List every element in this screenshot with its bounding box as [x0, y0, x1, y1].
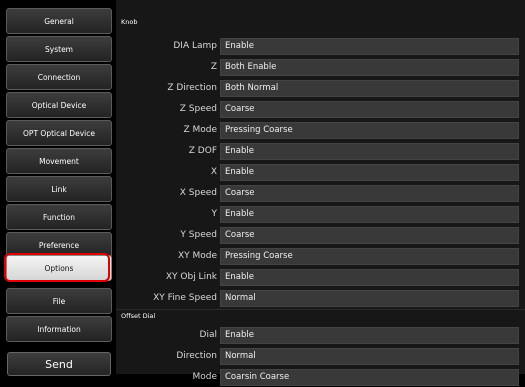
- nav-function[interactable]: Function: [6, 204, 112, 230]
- section-title-knob: Knob: [121, 18, 138, 26]
- section-title-offset-dial: Offset Dial: [121, 312, 156, 320]
- xy-mode-value[interactable]: Pressing Coarse: [220, 248, 519, 265]
- nav-opt-optical-device[interactable]: OPT Optical Device: [6, 120, 112, 146]
- row-x: X Enable: [116, 163, 525, 182]
- z-speed-value[interactable]: Coarse: [220, 101, 519, 118]
- row-z-mode: Z Mode Pressing Coarse: [116, 121, 525, 140]
- x-speed-value[interactable]: Coarse: [220, 185, 519, 202]
- row-z-direction: Z Direction Both Normal: [116, 79, 525, 98]
- z-dof-value[interactable]: Enable: [220, 143, 519, 160]
- row-z-dof: Z DOF Enable: [116, 142, 525, 161]
- dial-value[interactable]: Enable: [220, 327, 519, 344]
- xy-obj-link-value[interactable]: Enable: [220, 269, 519, 286]
- mode-value[interactable]: Coarsin Coarse: [220, 369, 519, 386]
- row-y-speed: Y Speed Coarse: [116, 226, 525, 245]
- z-mode-value[interactable]: Pressing Coarse: [220, 122, 519, 139]
- nav-connection[interactable]: Connection: [6, 64, 112, 90]
- row-label: Z Mode: [183, 125, 217, 135]
- row-z-speed: Z Speed Coarse: [116, 100, 525, 119]
- row-mode: Mode Coarsin Coarse: [116, 368, 525, 387]
- nav-system[interactable]: System: [6, 36, 112, 62]
- z-direction-value[interactable]: Both Normal: [220, 80, 519, 97]
- y-value[interactable]: Enable: [220, 206, 519, 223]
- nav-general[interactable]: General: [6, 8, 112, 34]
- nav-options[interactable]: Options: [6, 255, 112, 281]
- sidebar-nav: General System Connection Optical Device…: [0, 0, 120, 376]
- row-xy-fine-speed: XY Fine Speed Normal: [116, 289, 525, 308]
- row-label: DIA Lamp: [173, 41, 217, 51]
- nav-file[interactable]: File: [6, 288, 112, 314]
- x-value[interactable]: Enable: [220, 164, 519, 181]
- row-xy-obj-link: XY Obj Link Enable: [116, 268, 525, 287]
- row-label: Dial: [199, 330, 217, 340]
- row-label: Z DOF: [188, 146, 217, 156]
- dia-lamp-value[interactable]: Enable: [220, 38, 519, 55]
- row-dia-lamp: DIA Lamp Enable: [116, 37, 525, 56]
- row-x-speed: X Speed Coarse: [116, 184, 525, 203]
- row-label: XY Obj Link: [165, 272, 217, 282]
- xy-fine-speed-value[interactable]: Normal: [220, 290, 519, 307]
- row-label: Z: [210, 62, 217, 72]
- settings-panel: Knob DIA Lamp Enable Z Both Enable Z Dir…: [116, 0, 525, 386]
- row-label: XY Fine Speed: [153, 293, 217, 303]
- z-value[interactable]: Both Enable: [220, 59, 519, 76]
- direction-value[interactable]: Normal: [220, 348, 519, 365]
- row-label: Y: [211, 209, 218, 219]
- row-label: X: [210, 167, 217, 177]
- row-label: Z Direction: [167, 83, 217, 93]
- row-z: Z Both Enable: [116, 58, 525, 77]
- row-y: Y Enable: [116, 205, 525, 224]
- row-label: X Speed: [179, 188, 217, 198]
- row-label: Z Speed: [179, 104, 217, 114]
- row-label: Y Speed: [180, 230, 217, 240]
- nav-information[interactable]: Information: [6, 316, 112, 342]
- row-label: XY Mode: [177, 251, 217, 261]
- nav-optical-device[interactable]: Optical Device: [6, 92, 112, 118]
- row-label: Mode: [192, 372, 217, 382]
- row-xy-mode: XY Mode Pressing Coarse: [116, 247, 525, 266]
- row-dial: Dial Enable: [116, 326, 525, 345]
- row-direction: Direction Normal: [116, 347, 525, 366]
- nav-link[interactable]: Link: [6, 176, 112, 202]
- y-speed-value[interactable]: Coarse: [220, 227, 519, 244]
- nav-movement[interactable]: Movement: [6, 148, 112, 174]
- section-divider: [116, 309, 525, 310]
- send-button[interactable]: Send: [7, 352, 111, 376]
- row-label: Direction: [176, 351, 217, 361]
